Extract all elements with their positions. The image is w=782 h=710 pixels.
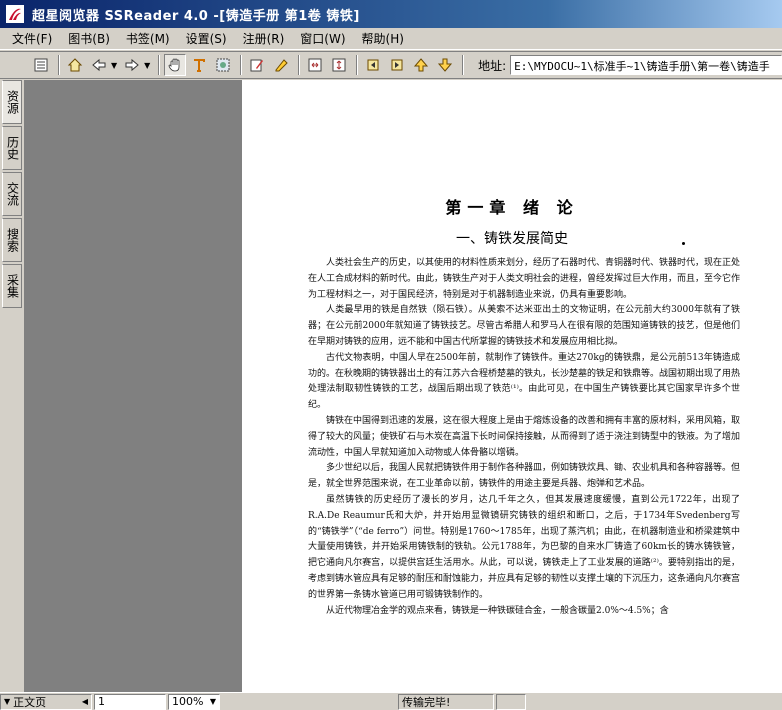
fit-page-button[interactable] <box>328 54 350 76</box>
first-page-icon <box>367 59 379 71</box>
forward-button[interactable] <box>121 54 143 76</box>
menu-bar: 文件(F) 图书(B) 书签(M) 设置(S) 注册(R) 窗口(W) 帮助(H… <box>0 28 782 50</box>
menu-help[interactable]: 帮助(H) <box>354 30 412 47</box>
page-number-input[interactable]: 1 <box>94 693 166 710</box>
last-page-icon <box>391 59 403 71</box>
address-input[interactable]: E:\MYDOCU~1\标准手~1\铸造手册\第一卷\铸造手 <box>510 55 782 75</box>
text-tool-button[interactable] <box>188 54 210 76</box>
fit-width-icon <box>308 58 322 72</box>
fit-page-icon <box>332 58 346 72</box>
pen-icon <box>275 59 288 72</box>
home-button[interactable] <box>64 54 86 76</box>
menu-window[interactable]: 窗口(W) <box>292 30 353 47</box>
tab-search-label: 搜索 <box>5 228 20 252</box>
zoom-select[interactable]: 100% ▼ <box>168 693 220 710</box>
zoom-value: 100% <box>172 695 204 708</box>
tab-history-label: 历史 <box>5 136 20 160</box>
image-select-icon <box>216 58 230 72</box>
back-button[interactable] <box>88 54 110 76</box>
home-icon <box>67 58 83 72</box>
paragraph: 虽然铸铁的历史经历了漫长的岁月，达几千年之久，但其发展速度缓慢，直到公元1722… <box>308 494 741 600</box>
paragraph: 古代文物表明，中国人早在2500年前，就制作了铸铁件。重达270kg的铸铁鼎，是… <box>308 352 741 411</box>
toolbar-separator <box>158 55 161 75</box>
annotate-button[interactable] <box>246 54 268 76</box>
list-icon <box>34 58 48 72</box>
page-number-value: 1 <box>98 695 105 708</box>
tab-community-label: 交流 <box>5 182 20 206</box>
edit-icon <box>250 59 264 72</box>
page-down-button[interactable] <box>434 54 456 76</box>
transfer-status: 传输完毕! <box>398 693 494 710</box>
app-logo-icon <box>6 5 24 23</box>
last-page-button[interactable] <box>386 54 408 76</box>
address-label: 地址: <box>478 58 507 73</box>
paragraph: 从近代物理冶金学的观点来看，铸铁是一种铁碳硅合金，一般含碳量2.0%～4.5%；… <box>326 605 669 616</box>
tab-search[interactable]: 搜索 <box>2 218 22 262</box>
toolbar-separator <box>298 55 301 75</box>
toolbar-separator <box>240 55 243 75</box>
menu-file[interactable]: 文件(F) <box>4 30 60 47</box>
menu-book[interactable]: 图书(B) <box>60 30 118 47</box>
menu-bookmark[interactable]: 书签(M) <box>118 30 178 47</box>
viewer-background <box>24 80 242 692</box>
hand-tool-button[interactable] <box>164 54 187 76</box>
menu-register[interactable]: 注册(R) <box>235 30 293 47</box>
arrow-right-icon <box>125 58 139 72</box>
dropdown-arrow-icon: ▼ <box>209 697 216 706</box>
paragraph: 铸铁在中国得到迅速的发展，这在很大程度上是由于熔炼设备的改善和拥有丰富的原材料，… <box>308 415 741 458</box>
view-mode-value: 正文页 <box>13 695 47 709</box>
forward-dropdown-icon[interactable]: ▼ <box>144 61 150 70</box>
book-page[interactable]: 第一章 绪 论 一、铸铁发展简史 人类社会生产的历史，以其使用的材料性质来划分，… <box>242 80 782 692</box>
status-panel <box>496 693 526 710</box>
window-title: 超星阅览器 SSReader 4.0 -[铸造手册 第1卷 铸铁] <box>32 8 360 24</box>
paragraph: 多少世纪以后，我国人民就把铸铁件用于制作各种器皿，例如铸铁炊具、锄、农业机具和各… <box>308 463 741 490</box>
toolbar-separator <box>57 55 60 75</box>
page-speck <box>682 242 685 245</box>
sidebar-tabs: 资源 历史 交流 搜索 采集 <box>0 80 24 692</box>
fit-width-button[interactable] <box>304 54 326 76</box>
region-select-button[interactable] <box>212 54 234 76</box>
text-icon <box>194 59 206 72</box>
tab-history[interactable]: 历史 <box>2 126 22 170</box>
menu-settings[interactable]: 设置(S) <box>178 30 235 47</box>
toolbar: ▼ ▼ 地址: E:\MYDOCU~1\标准手~1\铸造手册\第一卷\铸造手 <box>0 51 782 79</box>
view-mode-select[interactable]: ▼ 正文页 ◀ <box>0 693 92 710</box>
title-bar: 超星阅览器 SSReader 4.0 -[铸造手册 第1卷 铸铁] <box>0 0 782 28</box>
page-up-button[interactable] <box>410 54 432 76</box>
hand-icon <box>168 58 180 72</box>
arrow-down-icon <box>437 58 453 72</box>
tab-community[interactable]: 交流 <box>2 172 22 216</box>
toolbar-separator <box>462 55 465 75</box>
status-bar: ▼ 正文页 ◀ 1 100% ▼ 传输完毕! <box>0 692 782 710</box>
tab-resources-label: 资源 <box>5 90 20 114</box>
highlight-button[interactable] <box>270 54 292 76</box>
dropdown-arrow-icon: ▼ <box>4 697 11 706</box>
section-title: 一、铸铁发展简史 <box>456 231 568 247</box>
tab-collect[interactable]: 采集 <box>2 264 22 308</box>
back-dropdown-icon[interactable]: ▼ <box>111 61 117 70</box>
toolbar-separator <box>356 55 359 75</box>
tab-collect-label: 采集 <box>5 274 20 298</box>
chapter-title: 第一章 绪 论 <box>445 198 579 217</box>
triangle-left-icon: ◀ <box>81 697 88 706</box>
first-page-button[interactable] <box>362 54 384 76</box>
paragraph: 人类最早用的铁是自然铁（陨石铁）。从美索不达米亚出土的文物证明，在公元前大约30… <box>308 305 740 347</box>
paragraph: 人类社会生产的历史，以其使用的材料性质来划分，经历了石器时代、青铜器时代、铁器时… <box>308 258 741 300</box>
page-body: 人类社会生产的历史，以其使用的材料性质来划分，经历了石器时代、青铜器时代、铁器时… <box>308 256 740 619</box>
transfer-status-text: 传输完毕! <box>402 695 451 709</box>
arrow-left-icon <box>92 58 106 72</box>
status-spacer <box>222 693 396 710</box>
arrow-up-icon <box>414 58 429 72</box>
tab-resources[interactable]: 资源 <box>2 80 22 124</box>
sidebar-toggle-button[interactable] <box>30 54 52 76</box>
